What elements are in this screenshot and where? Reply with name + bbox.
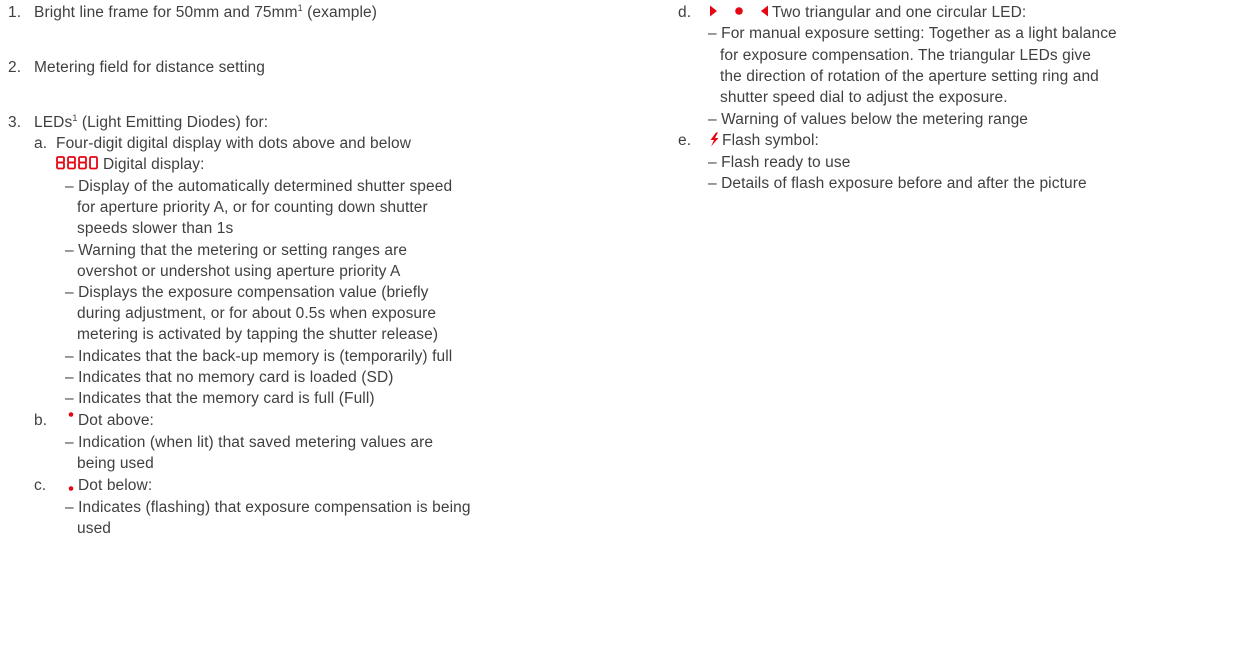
item-1-text-suffix: (example)	[302, 4, 377, 21]
sub-c-bullet-1-line-1: – Indicates (flashing) that exposure com…	[65, 499, 471, 516]
item-3-text-suffix: (Light Emitting Diodes) for:	[77, 114, 269, 131]
item-1-text: Bright line frame for 50mm and 75mm1 (ex…	[34, 3, 377, 22]
flash-bolt-icon	[708, 132, 720, 147]
sub-a-bullet-6: – Indicates that the memory card is full…	[65, 390, 375, 407]
sub-d-bullet-1-line-3: the direction of rotation of the apertur…	[720, 68, 1099, 85]
sub-e-line: Flash symbol:	[708, 131, 819, 150]
sub-b-bullet-1-line-2: being used	[77, 455, 154, 472]
dot-above-icon	[66, 412, 78, 426]
sub-b-line: Dot above:	[66, 411, 154, 430]
item-3-text: LEDs1 (Light Emitting Diodes) for:	[34, 113, 268, 132]
sub-e-bullet-1: – Flash ready to use	[708, 154, 851, 171]
sub-b-letter: b.	[34, 412, 48, 429]
sub-a-letter: a.	[34, 135, 48, 152]
sub-b-bullet-1-line-1: – Indication (when lit) that saved meter…	[65, 434, 434, 451]
sub-a-display-line: Digital display:	[56, 155, 205, 174]
sub-e-label: Flash symbol:	[722, 132, 819, 149]
sub-a-title: Four-digit digital display with dots abo…	[56, 135, 412, 152]
sub-b-label: Dot above:	[78, 412, 154, 429]
sub-c-letter: c.	[34, 477, 47, 494]
dot-below-icon	[66, 477, 78, 491]
sub-c-label: Dot below:	[78, 477, 153, 494]
sub-e-bullet-2: – Details of flash exposure before and a…	[708, 175, 1087, 192]
sub-a-display-label: Digital display:	[103, 156, 205, 173]
sub-a-bullet-5: – Indicates that no memory card is loade…	[65, 369, 394, 386]
item-2-number: 2.	[8, 59, 22, 76]
sub-a-bullet-1-line-2: for aperture priority A, or for counting…	[77, 199, 428, 216]
triangle-circle-triangle-icon	[708, 4, 770, 18]
sub-d-bullet-1-line-1: – For manual exposure setting: Together …	[708, 25, 1117, 42]
sub-c-line: Dot below:	[66, 476, 152, 495]
sub-d-label: Two triangular and one circular LED:	[772, 4, 1027, 21]
item-2-text: Metering field for distance setting	[34, 59, 265, 76]
sub-a-bullet-1-line-3: speeds slower than 1s	[77, 220, 234, 237]
item-3-number: 3.	[8, 114, 22, 131]
sub-d-bullet-2: – Warning of values below the metering r…	[708, 111, 1029, 128]
sub-d-bullet-1-line-4: shutter speed dial to adjust the exposur…	[720, 89, 1008, 106]
item-3-text-main: LEDs	[34, 114, 73, 131]
item-1-text-main: Bright line frame for 50mm and 75mm	[34, 4, 298, 21]
sub-a-bullet-2-line-2: overshot or undershot using aperture pri…	[77, 263, 401, 280]
sub-e-letter: e.	[678, 132, 692, 149]
sub-a-bullet-2-line-1: – Warning that the metering or setting r…	[65, 242, 408, 259]
sub-d-letter: d.	[678, 4, 692, 21]
sub-d-line: Two triangular and one circular LED:	[708, 3, 1026, 22]
sub-c-bullet-1-line-2: used	[77, 520, 112, 537]
sub-a-bullet-3-line-2: during adjustment, or for about 0.5s whe…	[77, 305, 437, 322]
sub-d-bullet-1-line-2: for exposure compensation. The triangula…	[720, 47, 1091, 64]
seven-segment-8880-icon	[56, 156, 100, 170]
sub-a-bullet-3-line-1: – Displays the exposure compensation val…	[65, 284, 429, 301]
item-1-number: 1.	[8, 4, 22, 21]
sub-a-bullet-1-line-1: – Display of the automatically determine…	[65, 178, 453, 195]
sub-a-bullet-3-line-3: metering is activated by tapping the shu…	[77, 326, 439, 343]
sub-a-bullet-4: – Indicates that the back-up memory is (…	[65, 348, 453, 365]
